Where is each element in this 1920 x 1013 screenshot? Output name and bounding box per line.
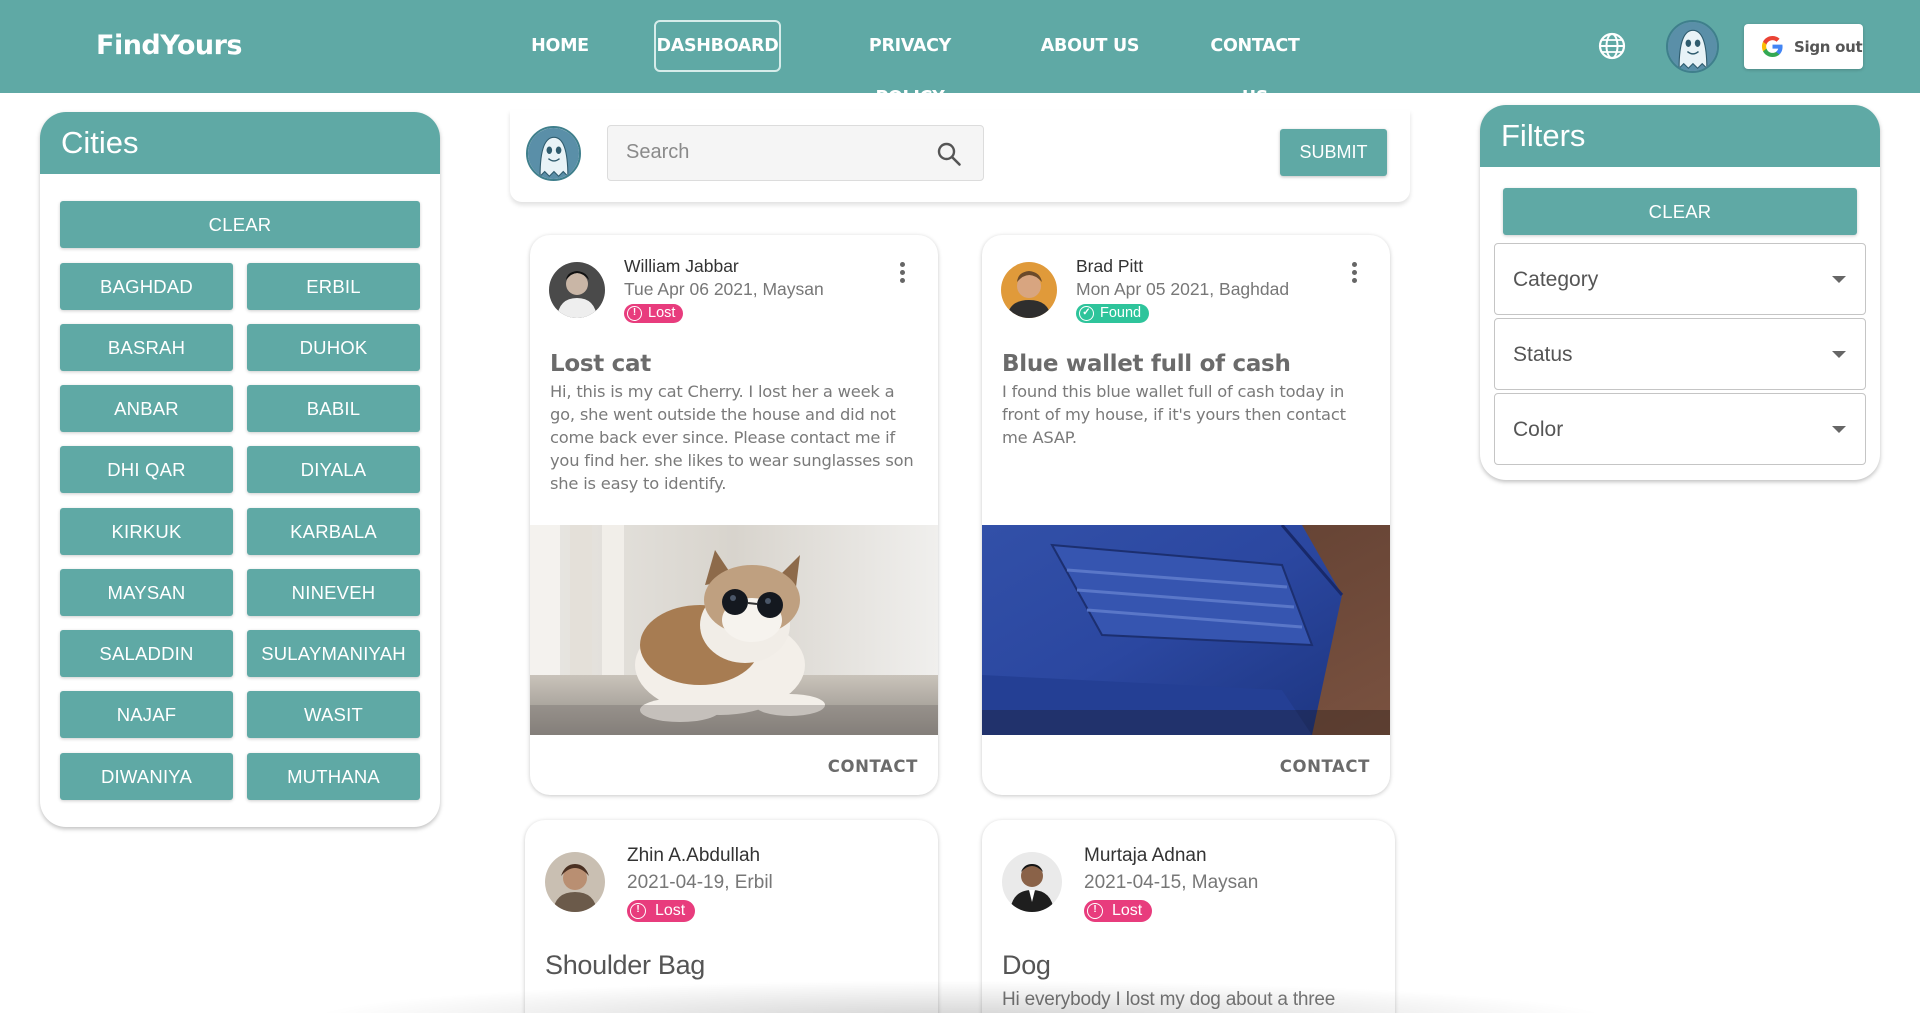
post-image-wallet — [982, 525, 1390, 735]
status-badge-label: Lost — [655, 902, 686, 919]
top-navbar: FindYours HOME DASHBOARD PRIVACY POLICY … — [0, 0, 1920, 108]
color-select[interactable]: Color — [1494, 393, 1866, 465]
search-field[interactable] — [607, 125, 984, 181]
city-button-dhi-qar[interactable]: DHI QAR — [60, 446, 233, 493]
cities-panel: Cities CLEAR BAGHDAD ERBIL BASRAH DUHOK … — [40, 112, 440, 827]
city-button-anbar[interactable]: ANBAR — [60, 385, 233, 432]
city-button-nineveh[interactable]: NINEVEH — [247, 569, 420, 616]
status-select-label: Status — [1513, 343, 1573, 366]
status-badge: ✓ Found — [1076, 304, 1150, 323]
category-select-label: Category — [1513, 268, 1599, 291]
contact-button[interactable]: CONTACT — [828, 757, 918, 776]
post-meta: 2021-04-15, Maysan — [1084, 872, 1259, 893]
city-button-babil[interactable]: BABIL — [247, 385, 420, 432]
nav-home[interactable]: HOME — [521, 20, 599, 72]
alert-icon: ! — [627, 306, 642, 321]
post-description: Hi everybody I lost my dog about a three… — [1002, 989, 1336, 1013]
chevron-down-icon — [1832, 351, 1846, 358]
filters-clear-button[interactable]: CLEAR — [1503, 188, 1857, 235]
status-badge: ! Lost — [1084, 900, 1153, 922]
post-author[interactable]: William Jabbar — [624, 256, 739, 277]
city-button-basrah[interactable]: BASRAH — [60, 324, 233, 371]
brand-logo[interactable]: FindYours — [96, 30, 242, 61]
cities-title: Cities — [40, 112, 440, 174]
post-author[interactable]: Brad Pitt — [1076, 256, 1143, 277]
status-badge-label: Lost — [648, 305, 676, 321]
avatar — [545, 852, 605, 912]
city-button-sulaymaniyah[interactable]: SULAYMANIYAH — [247, 630, 420, 677]
google-icon — [1761, 35, 1783, 58]
city-button-muthana[interactable]: MUTHANA — [247, 753, 420, 800]
more-vert-icon[interactable] — [892, 261, 912, 285]
search-bar: SUBMIT — [510, 110, 1410, 202]
post-title: Dog — [1002, 950, 1051, 980]
post-author[interactable]: Zhin A.Abdullah — [627, 845, 760, 867]
post-card: Brad Pitt Mon Apr 05 2021, Baghdad ✓ Fou… — [982, 235, 1390, 795]
city-button-erbil[interactable]: ERBIL — [247, 263, 420, 310]
check-icon: ✓ — [1079, 306, 1094, 321]
bottom-fade — [300, 980, 1620, 1013]
post-meta: Mon Apr 05 2021, Baghdad — [1076, 279, 1290, 299]
contact-button[interactable]: CONTACT — [1280, 757, 1370, 776]
more-vert-icon[interactable] — [1344, 261, 1364, 285]
user-avatar[interactable] — [1666, 20, 1719, 73]
alert-icon: ! — [630, 903, 646, 919]
search-input[interactable] — [626, 141, 926, 164]
city-button-maysan[interactable]: MAYSAN — [60, 569, 233, 616]
city-button-saladdin[interactable]: SALADDIN — [60, 630, 233, 677]
post-card: William Jabbar Tue Apr 06 2021, Maysan !… — [530, 235, 938, 795]
post-title: Shoulder Bag — [545, 950, 706, 980]
nav-about-us[interactable]: ABOUT US — [1040, 20, 1140, 72]
sign-out-button[interactable]: Sign out — [1744, 24, 1863, 69]
alert-icon: ! — [1087, 903, 1103, 919]
post-card: Murtaja Adnan 2021-04-15, Maysan ! Lost … — [982, 820, 1395, 1013]
search-bar-avatar — [526, 126, 581, 181]
city-button-karbala[interactable]: KARBALA — [247, 508, 420, 555]
post-title: Lost cat — [550, 351, 651, 377]
status-badge: ! Lost — [624, 304, 684, 323]
city-button-kirkuk[interactable]: KIRKUK — [60, 508, 233, 555]
city-button-diyala[interactable]: DIYALA — [247, 446, 420, 493]
status-badge-label: Lost — [1112, 902, 1143, 919]
post-meta: 2021-04-19, Erbil — [627, 872, 773, 893]
post-title: Blue wallet full of cash — [1002, 351, 1291, 377]
post-description: Hi, this is my cat Cherry. I lost her a … — [550, 382, 914, 493]
city-button-duhok[interactable]: DUHOK — [247, 324, 420, 371]
post-author[interactable]: Murtaja Adnan — [1084, 845, 1207, 867]
filters-panel: Filters CLEAR Category Status Color — [1480, 105, 1880, 480]
nav-dashboard[interactable]: DASHBOARD — [654, 20, 781, 72]
avatar — [1002, 852, 1062, 912]
city-button-najaf[interactable]: NAJAF — [60, 691, 233, 738]
city-button-wasit[interactable]: WASIT — [247, 691, 420, 738]
city-button-baghdad[interactable]: BAGHDAD — [60, 263, 233, 310]
post-card: Zhin A.Abdullah 2021-04-19, Erbil ! Lost… — [525, 820, 938, 1013]
post-description: I found this blue wallet full of cash to… — [1002, 382, 1346, 447]
chevron-down-icon — [1832, 276, 1846, 283]
status-select[interactable]: Status — [1494, 318, 1866, 390]
chevron-down-icon — [1832, 426, 1846, 433]
avatar — [1001, 262, 1057, 318]
city-button-diwaniya[interactable]: DIWANIYA — [60, 753, 233, 800]
globe-icon[interactable] — [1597, 31, 1627, 61]
filters-title: Filters — [1480, 105, 1880, 167]
sign-out-label: Sign out — [1794, 38, 1863, 56]
post-image-cat — [530, 525, 938, 735]
status-badge: ! Lost — [627, 900, 696, 922]
status-badge-label: Found — [1100, 305, 1142, 321]
category-select[interactable]: Category — [1494, 243, 1866, 315]
cities-clear-button[interactable]: CLEAR — [60, 201, 420, 248]
nav-contact-us[interactable]: CONTACT US — [1197, 20, 1313, 108]
nav-privacy-policy[interactable]: PRIVACY POLICY — [835, 20, 985, 108]
submit-button[interactable]: SUBMIT — [1280, 129, 1387, 176]
search-icon[interactable] — [936, 141, 962, 167]
avatar — [549, 262, 605, 318]
color-select-label: Color — [1513, 418, 1564, 441]
post-meta: Tue Apr 06 2021, Maysan — [624, 279, 824, 299]
